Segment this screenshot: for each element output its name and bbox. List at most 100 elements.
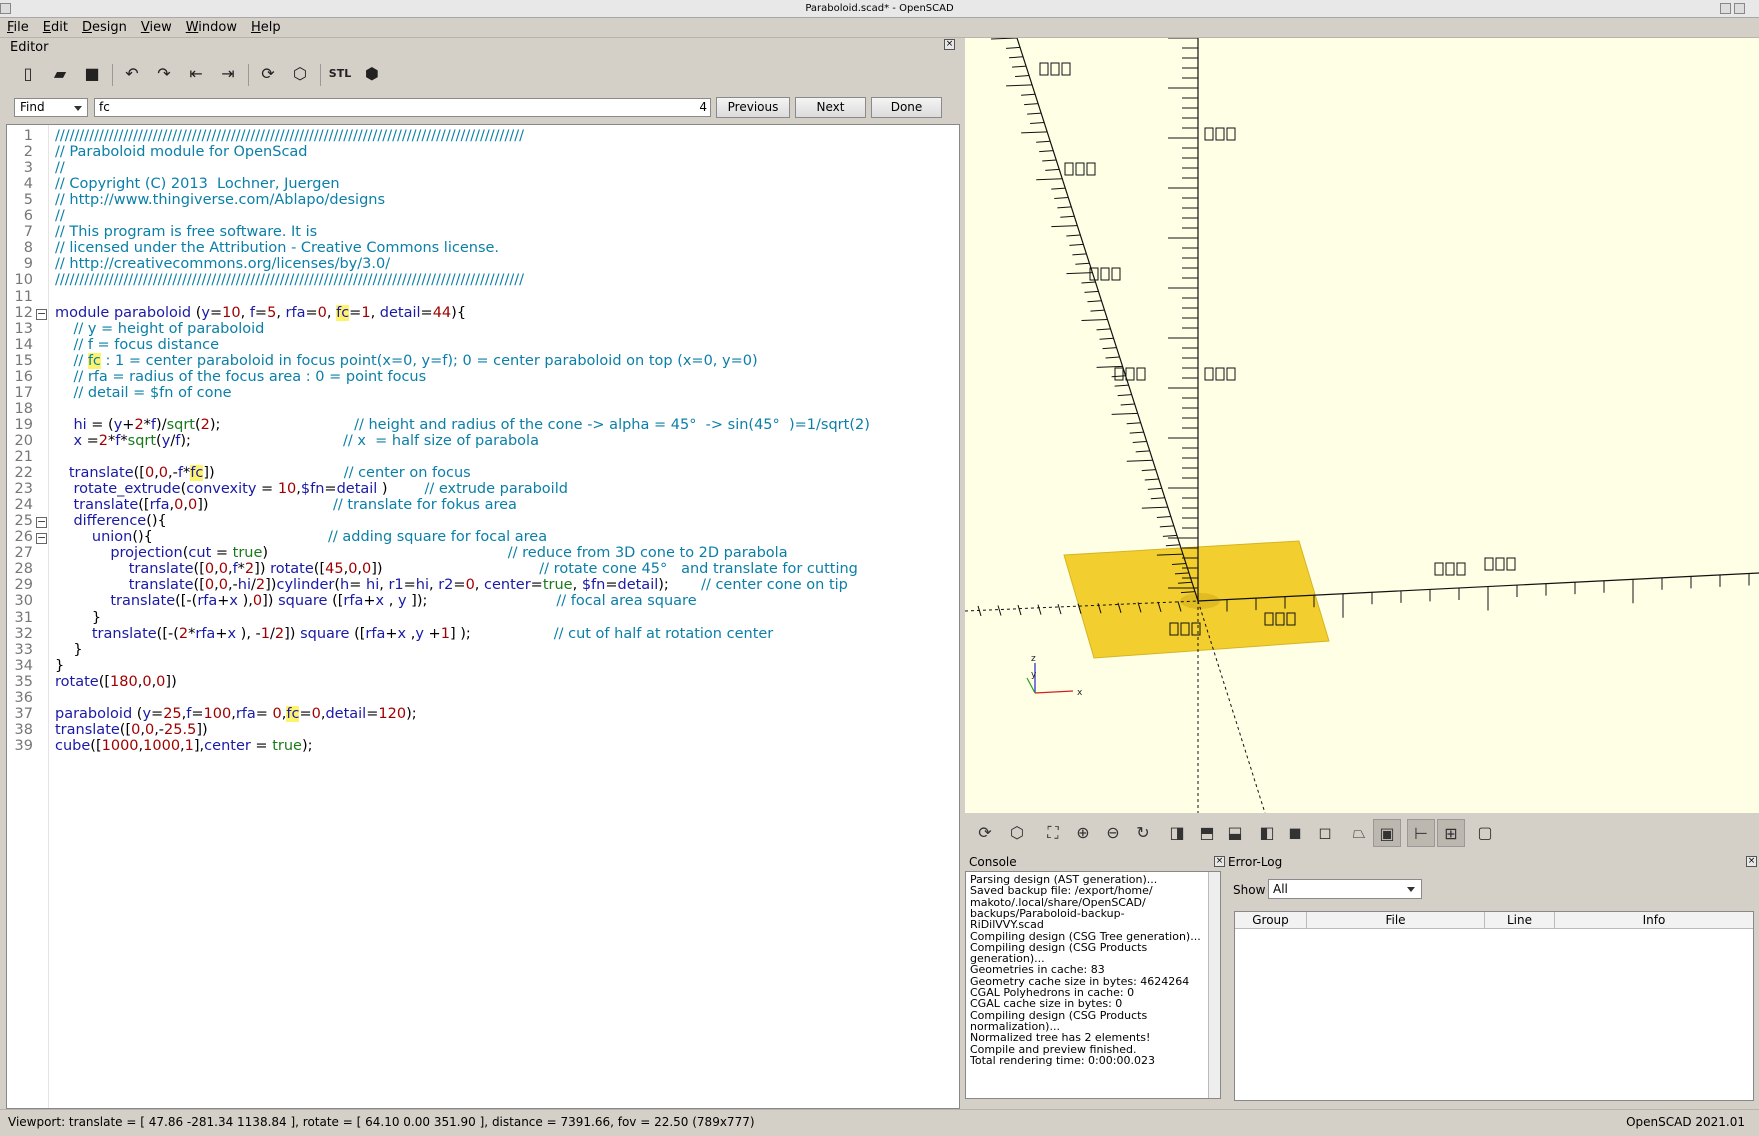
line-number: 11 xyxy=(14,288,33,305)
fold-marker-icon[interactable]: − xyxy=(36,516,47,529)
view-right-icon[interactable]: ◨ xyxy=(1163,819,1191,847)
line-number: 13 xyxy=(14,320,33,337)
code-line: translate([-(2*rfa+x ), -1/2]) square ([… xyxy=(91,625,774,642)
line-number: 23 xyxy=(14,481,33,498)
menu-design[interactable]: Design xyxy=(75,18,134,38)
axis-label: x xyxy=(1077,688,1083,698)
show-axes-icon[interactable]: ⊢ xyxy=(1407,819,1435,847)
console-panel: Console × Parsing design (AST generation… xyxy=(965,853,1227,1105)
send-to-print-icon[interactable]: ⬢ xyxy=(358,60,386,88)
code-line: rotate([180,0,0]) xyxy=(55,673,177,690)
chevron-down-icon xyxy=(74,106,82,111)
column-line[interactable]: Line xyxy=(1485,912,1555,929)
code-line: // http://www.thingiverse.com/Ablapo/des… xyxy=(55,192,386,209)
menu-window[interactable]: Window xyxy=(179,18,244,38)
errorlog-close-button[interactable]: × xyxy=(1746,856,1757,867)
fold-marker-icon[interactable]: − xyxy=(36,532,47,545)
column-group[interactable]: Group xyxy=(1235,912,1307,929)
line-number: 27 xyxy=(14,545,33,562)
find-match-count: 4 xyxy=(699,100,707,114)
console-title: Console xyxy=(969,855,1017,869)
line-number: 18 xyxy=(14,400,33,417)
render-icon[interactable]: ⬡ xyxy=(286,60,314,88)
line-number: 7 xyxy=(23,224,33,241)
fold-marker-icon[interactable]: − xyxy=(36,308,47,320)
view-left-icon[interactable]: ◧ xyxy=(1253,819,1281,847)
find-mode-value: Find xyxy=(20,100,45,114)
menu-help[interactable]: Help xyxy=(244,18,288,38)
line-number: 10 xyxy=(14,272,33,289)
errorlog-table: Group File Line Info xyxy=(1234,911,1754,1101)
view-top-icon[interactable]: ⬒ xyxy=(1193,819,1221,847)
line-number: 26 xyxy=(14,529,33,546)
find-mode-select[interactable]: Find xyxy=(14,98,88,117)
line-number: 5 xyxy=(23,192,33,209)
code-line: cube([1000,1000,1],center = true); xyxy=(55,737,313,754)
unindent-icon[interactable]: ⇤ xyxy=(182,60,210,88)
view-bottom-icon[interactable]: ⬓ xyxy=(1221,819,1249,847)
render-icon[interactable]: ⬡ xyxy=(1003,819,1031,847)
view-all-icon[interactable]: ⛶ xyxy=(1039,819,1067,847)
orthogonal-icon[interactable]: ▣ xyxy=(1373,819,1401,847)
new-file-icon[interactable]: ▯ xyxy=(14,60,42,88)
export-stl-icon[interactable]: STL xyxy=(326,60,354,88)
show-edges-icon[interactable]: ▢ xyxy=(1471,819,1499,847)
show-label: Show xyxy=(1233,883,1266,897)
axis-label: y xyxy=(1031,670,1037,680)
minimize-button[interactable] xyxy=(1720,3,1731,14)
menu-edit[interactable]: Edit xyxy=(36,18,75,38)
line-number: 6 xyxy=(23,208,33,225)
view-front-icon[interactable]: ◼ xyxy=(1281,819,1309,847)
zoom-out-icon[interactable]: ⊖ xyxy=(1099,819,1127,847)
line-number: 31 xyxy=(14,609,33,626)
line-number: 33 xyxy=(14,641,33,658)
reset-view-icon[interactable]: ↻ xyxy=(1129,819,1157,847)
axis-label: z xyxy=(1031,654,1036,664)
view-toolbar: ⟳ ⬡ ⛶ ⊕ ⊖ ↻ ◨ ⬒ ⬓ ◧ ◼ ◻ ⏢ ▣ ⊢ ⊞ ▢ xyxy=(965,813,1759,853)
line-number: 17 xyxy=(14,384,33,401)
errorlog-title: Error-Log xyxy=(1228,855,1283,869)
stl-label: STL xyxy=(328,67,352,80)
menu-view[interactable]: View xyxy=(134,18,179,38)
undo-icon[interactable]: ↶ xyxy=(118,60,146,88)
window-title: Paraboloid.scad* - OpenSCAD xyxy=(805,3,954,14)
console-line: Total rendering time: 0:00:00.023 xyxy=(970,1053,1155,1067)
console-close-button[interactable]: × xyxy=(1214,856,1225,867)
line-number: 12 xyxy=(14,304,33,321)
find-previous-button[interactable]: Previous xyxy=(716,97,790,118)
3d-scene: x yz xyxy=(965,38,1759,813)
column-info[interactable]: Info xyxy=(1555,912,1753,929)
save-icon[interactable]: ■ xyxy=(78,60,106,88)
column-file[interactable]: File xyxy=(1307,912,1485,929)
menu-file[interactable]: File xyxy=(0,18,36,38)
preview-icon[interactable]: ⟳ xyxy=(254,60,282,88)
indent-icon[interactable]: ⇥ xyxy=(214,60,242,88)
line-number: 19 xyxy=(14,416,33,433)
preview-icon[interactable]: ⟳ xyxy=(971,819,999,847)
console-output[interactable]: Parsing design (AST generation)... Saved … xyxy=(965,871,1221,1099)
open-file-icon[interactable]: ▰ xyxy=(46,60,74,88)
window-menu-button[interactable] xyxy=(0,3,11,14)
perspective-icon[interactable]: ⏢ xyxy=(1345,819,1373,847)
view-back-icon[interactable]: ◻ xyxy=(1311,819,1339,847)
show-filter-value: All xyxy=(1273,882,1288,896)
line-number: 29 xyxy=(14,577,33,594)
show-filter-select[interactable]: All xyxy=(1268,879,1422,899)
code-editor[interactable]: 1 2 3 4 5 6 7 8 9 10 11 12−13 14 15 16 17 18 19 20 21 22 23 24… xyxy=(6,124,960,1109)
maximize-button[interactable] xyxy=(1734,3,1745,14)
3d-viewport[interactable]: x yz xyxy=(965,38,1759,813)
line-number: 39 xyxy=(14,737,33,754)
line-number: 9 xyxy=(23,256,33,273)
find-done-button[interactable]: Done xyxy=(871,97,942,118)
console-scrollbar[interactable] xyxy=(1208,872,1220,1098)
zoom-in-icon[interactable]: ⊕ xyxy=(1069,819,1097,847)
find-next-button[interactable]: Next xyxy=(795,97,866,118)
line-number-gutter: 1 2 3 4 5 6 7 8 9 10 11 12−13 14 15 16 17 18 19 20 21 22 23 24… xyxy=(7,125,49,1108)
show-scale-markers-icon[interactable]: ⊞ xyxy=(1437,819,1465,847)
find-input[interactable]: fc 4 xyxy=(94,98,711,117)
line-number: 34 xyxy=(14,657,33,674)
code-line: x =2*f*sqrt(y/f); // x = half size of pa… xyxy=(73,432,539,449)
version-label: OpenSCAD 2021.01 xyxy=(1626,1115,1745,1129)
editor-close-button[interactable]: × xyxy=(944,39,955,50)
redo-icon[interactable]: ↷ xyxy=(150,60,178,88)
